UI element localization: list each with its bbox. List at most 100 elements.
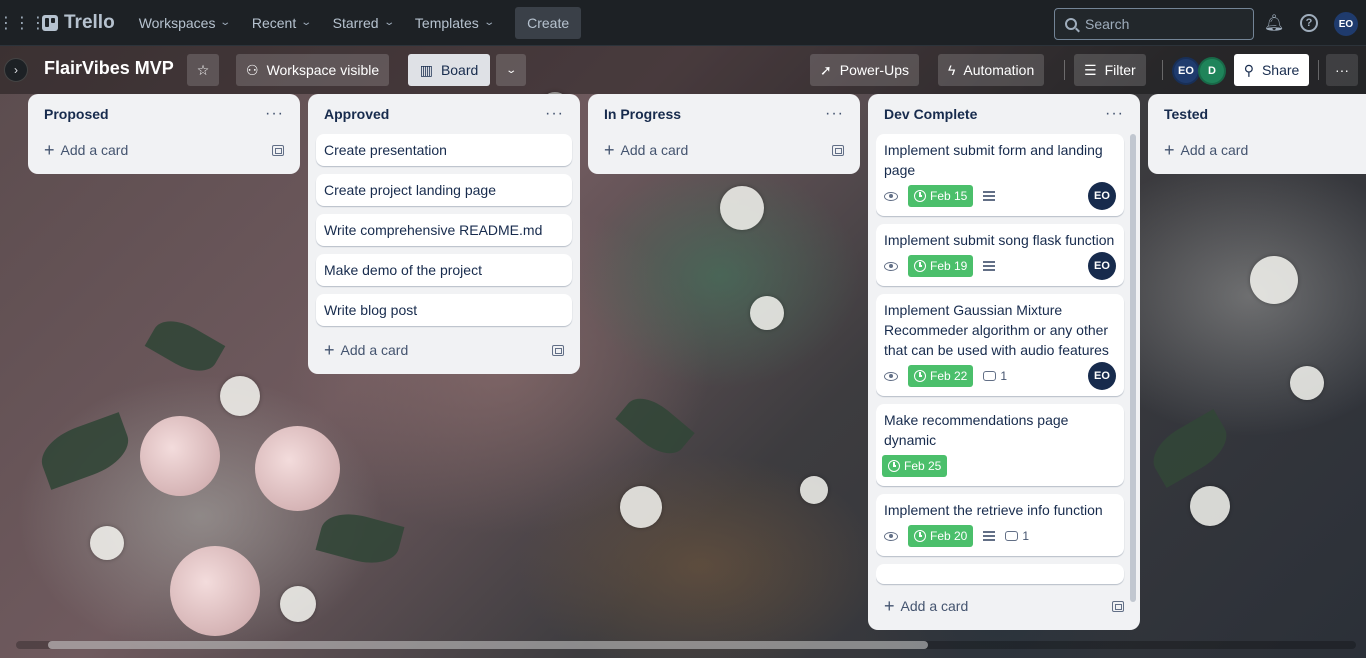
card[interactable]: Implement the retrieve info function Feb… bbox=[876, 494, 1124, 556]
board-menu-button[interactable]: ··· bbox=[1326, 54, 1358, 86]
list-scrollbar[interactable] bbox=[1130, 134, 1136, 602]
header-divider bbox=[1318, 60, 1319, 80]
card[interactable]: Implement submit song flask function Feb… bbox=[876, 224, 1124, 286]
watching-icon bbox=[884, 261, 898, 271]
views-dropdown-button[interactable]: ⌄ bbox=[496, 54, 526, 86]
member-avatar[interactable]: D bbox=[1198, 57, 1226, 85]
card[interactable]: Create presentation bbox=[316, 134, 572, 166]
comment-icon bbox=[1005, 531, 1019, 541]
description-icon bbox=[983, 191, 996, 201]
notifications-icon[interactable]: 🔔︎ bbox=[1263, 12, 1285, 34]
list-menu-icon[interactable]: ··· bbox=[265, 105, 284, 123]
due-date-text: Feb 19 bbox=[930, 259, 968, 273]
due-date-badge[interactable]: Feb 22 bbox=[908, 365, 974, 387]
comments-badge: 1 bbox=[1005, 526, 1029, 546]
search-icon bbox=[1065, 18, 1077, 30]
list-menu-icon[interactable]: ··· bbox=[825, 105, 844, 123]
create-from-template-icon[interactable] bbox=[272, 144, 284, 156]
list-menu-icon[interactable]: ··· bbox=[1105, 105, 1124, 123]
card-member-avatar[interactable]: EO bbox=[1088, 252, 1116, 280]
add-card-button[interactable]: + Add a card bbox=[324, 341, 408, 359]
card[interactable]: Make recommendations page dynamic Feb 25 bbox=[876, 404, 1124, 486]
visibility-button[interactable]: ⚇ Workspace visible bbox=[236, 54, 390, 86]
more-icon: ··· bbox=[1335, 62, 1349, 78]
due-date-badge[interactable]: Feb 15 bbox=[908, 185, 974, 207]
nav-starred[interactable]: Starred ⌄ bbox=[323, 7, 403, 39]
watching-icon bbox=[884, 531, 898, 541]
header-divider bbox=[1064, 60, 1065, 80]
create-button[interactable]: Create bbox=[515, 6, 582, 39]
top-navigation-bar: ⋮⋮⋮ Trello Workspaces ⌄ Recent ⌄ Starred… bbox=[0, 0, 1366, 46]
card-partial[interactable] bbox=[876, 564, 1124, 584]
card-member-avatar[interactable]: EO bbox=[1088, 182, 1116, 210]
add-card-button[interactable]: + Add a card bbox=[604, 141, 688, 159]
flower-decoration bbox=[1290, 366, 1324, 400]
add-card-row: + Add a card bbox=[316, 334, 572, 366]
list-title[interactable]: Approved bbox=[324, 106, 389, 122]
due-date-text: Feb 22 bbox=[930, 369, 968, 383]
create-from-template-icon[interactable] bbox=[552, 344, 564, 356]
leaf-decoration bbox=[1144, 409, 1236, 488]
list-approved: Approved ··· Create presentation Create … bbox=[308, 94, 580, 374]
help-icon[interactable]: ? bbox=[1298, 12, 1320, 34]
add-card-row: + Add a card bbox=[1156, 134, 1358, 166]
card-title: Implement submit form and landing page bbox=[884, 142, 1103, 178]
nav-label: Templates bbox=[414, 14, 479, 31]
card-title: Implement submit song flask function bbox=[884, 232, 1115, 248]
list-header: Proposed ··· bbox=[36, 94, 292, 134]
leaf-decoration bbox=[144, 311, 226, 381]
list-cards-scroll[interactable]: Implement submit form and landing page F… bbox=[876, 134, 1132, 590]
card[interactable]: Create project landing page bbox=[316, 174, 572, 206]
lightning-icon: ϟ bbox=[948, 62, 956, 78]
board-title[interactable]: FlairVibes MVP bbox=[44, 58, 174, 79]
due-date-badge[interactable]: Feb 19 bbox=[908, 255, 974, 277]
card[interactable]: Implement submit form and landing page F… bbox=[876, 134, 1124, 216]
nav-templates[interactable]: Templates ⌄ bbox=[405, 7, 503, 39]
search-input[interactable]: Search bbox=[1054, 8, 1254, 40]
list-title[interactable]: Proposed bbox=[44, 106, 109, 122]
automation-button[interactable]: ϟ Automation bbox=[938, 54, 1045, 86]
trello-logo[interactable]: Trello bbox=[42, 12, 115, 34]
star-board-button[interactable]: ☆ bbox=[187, 54, 219, 86]
leaf-decoration bbox=[34, 412, 136, 490]
board-view-button[interactable]: ▥ Board bbox=[408, 54, 490, 86]
filter-button[interactable]: ☰ Filter bbox=[1074, 54, 1146, 86]
list-title[interactable]: Dev Complete bbox=[884, 106, 977, 122]
add-card-button[interactable]: + Add a card bbox=[1164, 141, 1248, 159]
member-avatar[interactable]: EO bbox=[1172, 57, 1200, 85]
add-person-icon: ⚲ bbox=[1243, 61, 1254, 78]
nav-label: Workspaces bbox=[138, 14, 216, 31]
nav-workspaces[interactable]: Workspaces ⌄ bbox=[129, 7, 240, 39]
header-divider bbox=[1162, 60, 1163, 80]
card[interactable]: Write comprehensive README.md bbox=[316, 214, 572, 246]
chevron-down-icon: ⌄ bbox=[382, 17, 395, 28]
card[interactable]: Write blog post bbox=[316, 294, 572, 326]
due-date-badge[interactable]: Feb 20 bbox=[908, 525, 974, 547]
account-avatar[interactable]: EO bbox=[1334, 12, 1358, 36]
watching-icon bbox=[884, 371, 898, 381]
powerups-button[interactable]: ➚ Power-Ups bbox=[810, 54, 919, 86]
card-badges: Feb 19 EO bbox=[884, 252, 1116, 280]
plus-icon: + bbox=[324, 340, 335, 360]
add-card-button[interactable]: + Add a card bbox=[44, 141, 128, 159]
nav-recent[interactable]: Recent ⌄ bbox=[242, 7, 321, 39]
due-date-text: Feb 25 bbox=[904, 459, 942, 473]
share-button[interactable]: ⚲ Share bbox=[1234, 54, 1309, 86]
due-date-badge[interactable]: Feb 25 bbox=[882, 455, 948, 477]
board-horizontal-scrollbar[interactable] bbox=[48, 641, 928, 649]
visibility-label: Workspace visible bbox=[266, 62, 380, 78]
add-card-button[interactable]: + Add a card bbox=[884, 597, 968, 615]
plus-icon: + bbox=[44, 140, 55, 160]
watching-icon bbox=[884, 191, 898, 201]
list-title[interactable]: In Progress bbox=[604, 106, 681, 122]
card[interactable]: Make demo of the project bbox=[316, 254, 572, 286]
card[interactable]: Implement Gaussian Mixture Recommeder al… bbox=[876, 294, 1124, 396]
app-switcher-icon[interactable]: ⋮⋮⋮ bbox=[0, 9, 46, 37]
create-from-template-icon[interactable] bbox=[832, 144, 844, 156]
create-from-template-icon[interactable] bbox=[1112, 600, 1124, 612]
plus-icon: + bbox=[884, 596, 895, 616]
list-title[interactable]: Tested bbox=[1164, 106, 1208, 122]
expand-sidebar-icon[interactable]: › bbox=[4, 58, 28, 82]
card-member-avatar[interactable]: EO bbox=[1088, 362, 1116, 390]
list-menu-icon[interactable]: ··· bbox=[545, 105, 564, 123]
